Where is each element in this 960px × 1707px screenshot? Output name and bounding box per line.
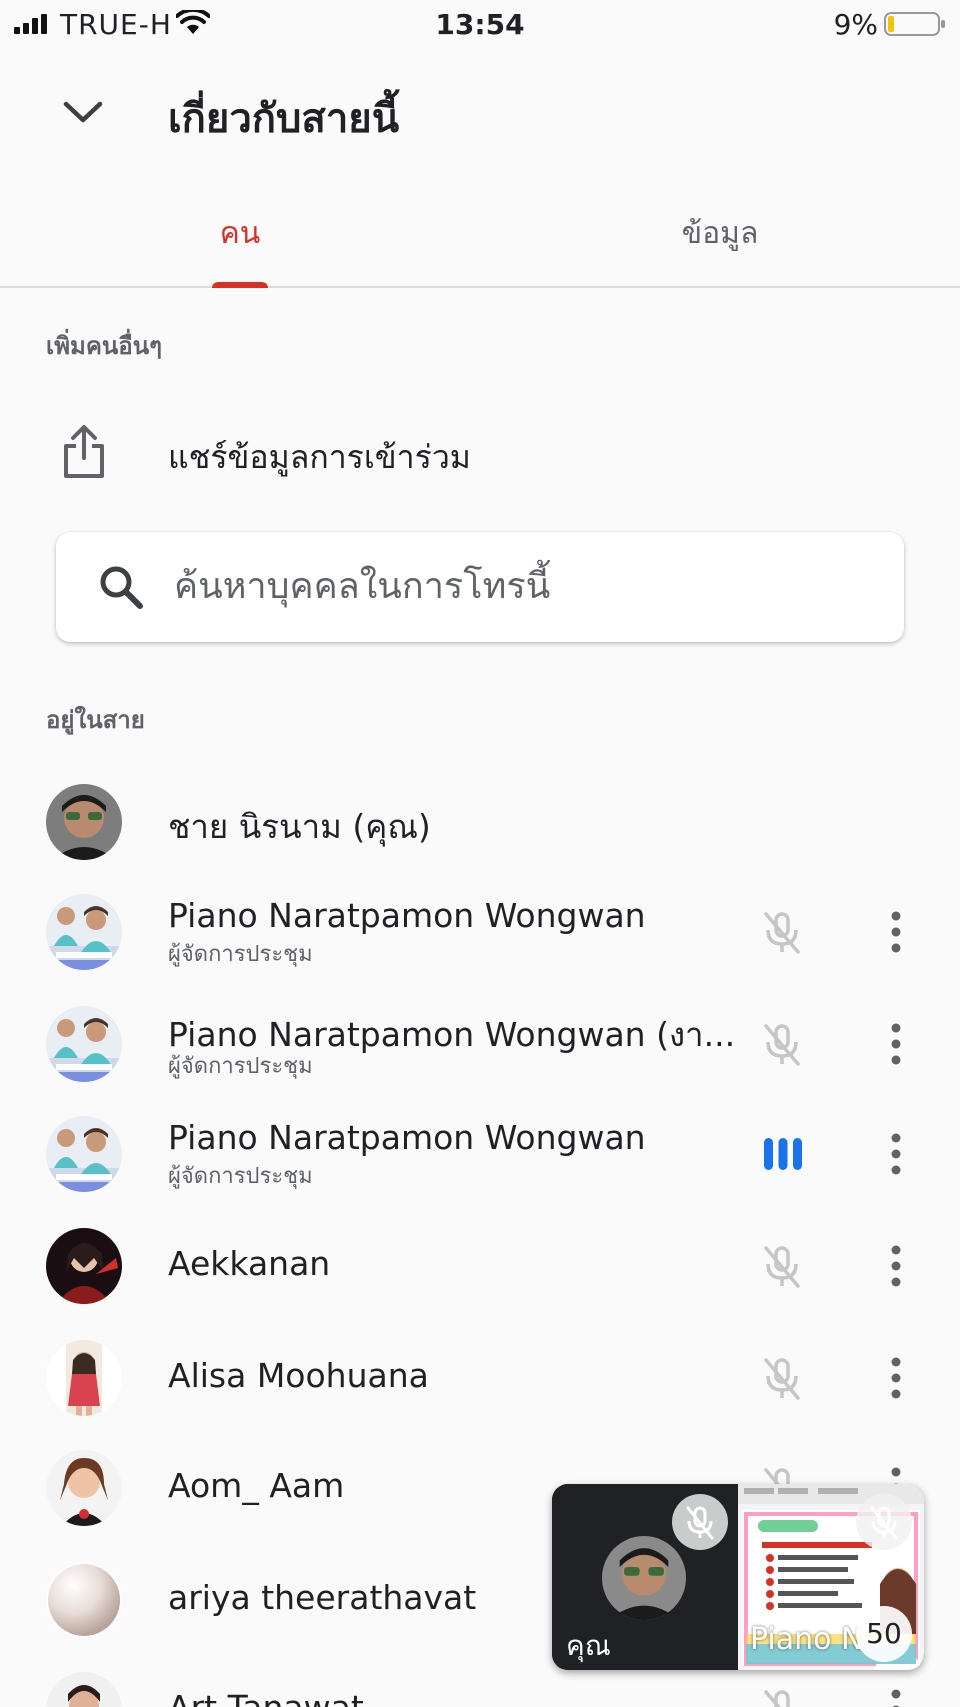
share-icon	[64, 425, 104, 478]
tab-bar: คน ข้อมูล	[0, 180, 960, 288]
more-options-button[interactable]	[878, 910, 914, 954]
self-tile-label: คุณ	[566, 1629, 611, 1662]
participant-name: Aekkanan	[168, 1244, 331, 1283]
mic-off-icon	[764, 1246, 800, 1288]
page-title: เกี่ยวกับสายนี้	[168, 96, 400, 142]
share-join-info-button[interactable]: แชร์ข้อมูลการเข้าร่วม	[0, 408, 960, 498]
participant-role: ผู้จัดการประชุม	[168, 942, 313, 967]
participant-row[interactable]: ชาย นิรนาม (คุณ)	[0, 766, 960, 878]
more-vert-icon	[891, 1357, 901, 1399]
more-options-button[interactable]	[878, 1244, 914, 1288]
header: เกี่ยวกับสายนี้	[0, 56, 960, 166]
avatar	[46, 1340, 122, 1416]
participant-count-badge: 50	[856, 1606, 912, 1662]
self-mic-off-indicator	[672, 1494, 728, 1550]
avatar	[46, 1228, 122, 1304]
more-vert-icon	[891, 1133, 901, 1175]
mic-muted-indicator	[756, 1352, 808, 1404]
speaking-indicator	[762, 1134, 804, 1174]
avatar	[46, 1006, 122, 1082]
mic-off-icon	[764, 1358, 800, 1400]
mic-muted-indicator	[756, 906, 808, 958]
audio-level-icon	[764, 1138, 802, 1170]
mic-off-icon	[764, 912, 800, 954]
more-vert-icon	[891, 1689, 901, 1707]
participant-role: ผู้จัดการประชุม	[168, 1054, 313, 1079]
avatar	[46, 1672, 122, 1707]
tab-people[interactable]: คน	[180, 210, 300, 257]
battery-percentage: 9%	[833, 8, 878, 41]
participant-row[interactable]: Piano Naratpamon Wongwan ผู้จัดการประชุม	[0, 876, 960, 988]
avatar	[46, 784, 122, 860]
search-input[interactable]	[174, 554, 874, 618]
mic-off-icon	[764, 1690, 790, 1707]
tab-info[interactable]: ข้อมูล	[660, 210, 780, 257]
participant-name: ariya theerathavat	[168, 1578, 477, 1617]
share-join-info-label: แชร์ข้อมูลการเข้าร่วม	[168, 438, 471, 476]
presenter-mic-off-indicator	[856, 1494, 912, 1550]
mic-off-icon	[686, 1506, 714, 1540]
battery-icon	[884, 12, 945, 36]
more-vert-icon	[891, 1245, 901, 1287]
more-options-button[interactable]	[878, 1688, 914, 1707]
mic-off-icon	[764, 1024, 800, 1066]
search-box	[56, 532, 904, 642]
more-options-button[interactable]	[878, 1022, 914, 1066]
mic-muted-indicator	[756, 1018, 808, 1070]
active-tab-indicator	[212, 282, 268, 288]
meeting-details-screen: TRUE-H 13:54 9% เกี่ยวกับสายนี้ คน ข้อมู…	[0, 0, 960, 1707]
search-icon	[100, 566, 143, 609]
chevron-down-icon[interactable]	[60, 92, 106, 132]
avatar	[46, 1116, 122, 1192]
participant-name: Art Tanawat	[168, 1688, 364, 1707]
add-people-heading: เพิ่มคนอื่นๆ	[46, 332, 163, 360]
avatar	[46, 894, 122, 970]
more-vert-icon	[891, 1023, 901, 1065]
avatar	[46, 1450, 122, 1526]
self-tile: คุณ	[552, 1484, 738, 1670]
clock: 13:54	[435, 8, 525, 41]
participant-row[interactable]: Aekkanan	[0, 1210, 960, 1322]
status-bar: TRUE-H 13:54 9%	[0, 0, 960, 48]
participant-row[interactable]: Piano Naratpamon Wongwan (งา... ผู้จัดการ…	[0, 988, 960, 1100]
avatar	[46, 1562, 122, 1638]
participant-name: Aom_ Aam	[168, 1466, 345, 1505]
participant-name: Piano Naratpamon Wongwan	[168, 1118, 646, 1157]
mic-muted-indicator	[756, 1684, 808, 1707]
participant-role: ผู้จัดการประชุม	[168, 1164, 313, 1189]
more-vert-icon	[891, 911, 901, 953]
more-options-button[interactable]	[878, 1356, 914, 1400]
participant-name: Alisa Moohuana	[168, 1356, 429, 1395]
participant-row[interactable]: Alisa Moohuana	[0, 1322, 960, 1434]
participant-name: ชาย นิรนาม (คุณ)	[168, 807, 431, 846]
in-call-heading: อยู่ในสาย	[46, 706, 145, 734]
more-options-button[interactable]	[878, 1132, 914, 1176]
mic-muted-indicator	[756, 1240, 808, 1292]
participant-name: Piano Naratpamon Wongwan	[168, 896, 646, 935]
participant-row[interactable]: Piano Naratpamon Wongwan ผู้จัดการประชุม	[0, 1098, 960, 1210]
mic-off-icon	[870, 1506, 898, 1540]
